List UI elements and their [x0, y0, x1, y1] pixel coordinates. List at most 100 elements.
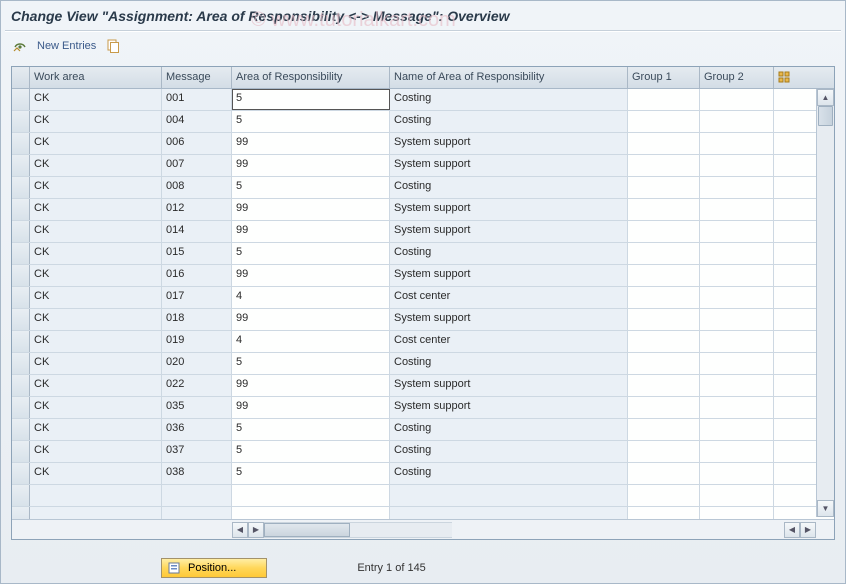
hscroll-left-arrow2-icon[interactable]: ◀	[784, 522, 800, 538]
scroll-track[interactable]	[817, 106, 834, 500]
cell-work-area[interactable]: CK	[30, 375, 162, 396]
cell-work-area[interactable]: CK	[30, 309, 162, 330]
cell-work-area[interactable]: CK	[30, 441, 162, 462]
vertical-scrollbar[interactable]: ▲ ▼	[816, 89, 834, 517]
cell-group1[interactable]	[628, 243, 700, 264]
cell-area[interactable]: 99	[232, 133, 390, 154]
cell-message[interactable]: 007	[162, 155, 232, 176]
row-selector[interactable]	[12, 89, 30, 110]
table-row[interactable]: CK01699System support	[12, 265, 834, 287]
column-header-work-area[interactable]: Work area	[30, 67, 162, 88]
cell-area[interactable]: 5	[232, 463, 390, 484]
column-header-area[interactable]: Area of Responsibility	[232, 67, 390, 88]
row-selector[interactable]	[12, 463, 30, 484]
cell-name[interactable]: System support	[390, 133, 628, 154]
table-row[interactable]	[12, 485, 834, 507]
cell-group2[interactable]	[700, 199, 774, 220]
cell-work-area[interactable]: CK	[30, 331, 162, 352]
cell-work-area[interactable]: CK	[30, 199, 162, 220]
table-row[interactable]: CK0015Costing	[12, 89, 834, 111]
cell-group2[interactable]	[700, 309, 774, 330]
table-row[interactable]: CK01299System support	[12, 199, 834, 221]
row-selector[interactable]	[12, 331, 30, 352]
cell-work-area[interactable]: CK	[30, 265, 162, 286]
cell-group2[interactable]	[700, 441, 774, 462]
cell-message[interactable]: 019	[162, 331, 232, 352]
cell-name[interactable]	[390, 485, 628, 506]
cell-group1[interactable]	[628, 133, 700, 154]
row-selector[interactable]	[12, 133, 30, 154]
cell-name[interactable]: System support	[390, 155, 628, 176]
cell-group2[interactable]	[700, 243, 774, 264]
cell-message[interactable]: 015	[162, 243, 232, 264]
cell-work-area[interactable]: CK	[30, 463, 162, 484]
cell-name[interactable]: Costing	[390, 243, 628, 264]
cell-name[interactable]: Costing	[390, 353, 628, 374]
row-selector[interactable]	[12, 287, 30, 308]
table-row[interactable]: CK03599System support	[12, 397, 834, 419]
cell-area[interactable]: 4	[232, 331, 390, 352]
cell-group2[interactable]	[700, 463, 774, 484]
cell-group2[interactable]	[700, 331, 774, 352]
row-selector[interactable]	[12, 177, 30, 198]
cell-group2[interactable]	[700, 485, 774, 506]
cell-work-area[interactable]: CK	[30, 353, 162, 374]
cell-message[interactable]: 018	[162, 309, 232, 330]
cell-message[interactable]	[162, 485, 232, 506]
cell-area[interactable]: 5	[232, 243, 390, 264]
cell-name[interactable]: Costing	[390, 111, 628, 132]
cell-area[interactable]: 99	[232, 155, 390, 176]
scroll-up-arrow-icon[interactable]: ▲	[817, 89, 834, 106]
cell-work-area[interactable]: CK	[30, 397, 162, 418]
row-selector[interactable]	[12, 441, 30, 462]
cell-group1[interactable]	[628, 199, 700, 220]
table-row[interactable]: CK01899System support	[12, 309, 834, 331]
table-row[interactable]	[12, 507, 834, 519]
cell-group2[interactable]	[700, 221, 774, 242]
cell-work-area[interactable]: CK	[30, 111, 162, 132]
column-header-selector[interactable]	[12, 67, 30, 88]
cell-message[interactable]: 006	[162, 133, 232, 154]
cell-work-area[interactable]: CK	[30, 155, 162, 176]
scroll-thumb[interactable]	[818, 106, 833, 126]
cell-area[interactable]	[232, 507, 390, 519]
cell-group1[interactable]	[628, 485, 700, 506]
hscroll-right-arrow-icon[interactable]: ▶	[248, 522, 264, 538]
table-configure-icon[interactable]	[774, 67, 792, 88]
row-selector[interactable]	[12, 111, 30, 132]
cell-group2[interactable]	[700, 133, 774, 154]
cell-area[interactable]: 99	[232, 221, 390, 242]
hscroll-right-arrow2-icon[interactable]: ▶	[800, 522, 816, 538]
cell-message[interactable]: 036	[162, 419, 232, 440]
row-selector[interactable]	[12, 419, 30, 440]
cell-group2[interactable]	[700, 507, 774, 519]
table-row[interactable]: CK0365Costing	[12, 419, 834, 441]
cell-group2[interactable]	[700, 111, 774, 132]
cell-name[interactable]: System support	[390, 375, 628, 396]
cell-message[interactable]: 020	[162, 353, 232, 374]
cell-name[interactable]: Costing	[390, 89, 628, 110]
cell-area[interactable]	[232, 485, 390, 506]
cell-message[interactable]: 008	[162, 177, 232, 198]
cell-group2[interactable]	[700, 397, 774, 418]
cell-name[interactable]: Costing	[390, 177, 628, 198]
cell-group1[interactable]	[628, 331, 700, 352]
cell-group2[interactable]	[700, 419, 774, 440]
column-header-name[interactable]: Name of Area of Responsibility	[390, 67, 628, 88]
cell-group2[interactable]	[700, 287, 774, 308]
row-selector[interactable]	[12, 507, 30, 519]
cell-group2[interactable]	[700, 89, 774, 110]
cell-message[interactable]: 001	[162, 89, 232, 110]
cell-name[interactable]: Costing	[390, 419, 628, 440]
cell-name[interactable]: Costing	[390, 441, 628, 462]
horizontal-scrollbar-left[interactable]: ◀ ▶	[232, 520, 452, 539]
cell-name[interactable]: Cost center	[390, 331, 628, 352]
hscroll-left-arrow-icon[interactable]: ◀	[232, 522, 248, 538]
table-row[interactable]: CK0375Costing	[12, 441, 834, 463]
cell-work-area[interactable]: CK	[30, 419, 162, 440]
table-row[interactable]: CK0385Costing	[12, 463, 834, 485]
cell-message[interactable]: 017	[162, 287, 232, 308]
cell-message[interactable]: 016	[162, 265, 232, 286]
new-entries-button[interactable]: New Entries	[37, 40, 96, 52]
cell-area[interactable]: 99	[232, 265, 390, 286]
